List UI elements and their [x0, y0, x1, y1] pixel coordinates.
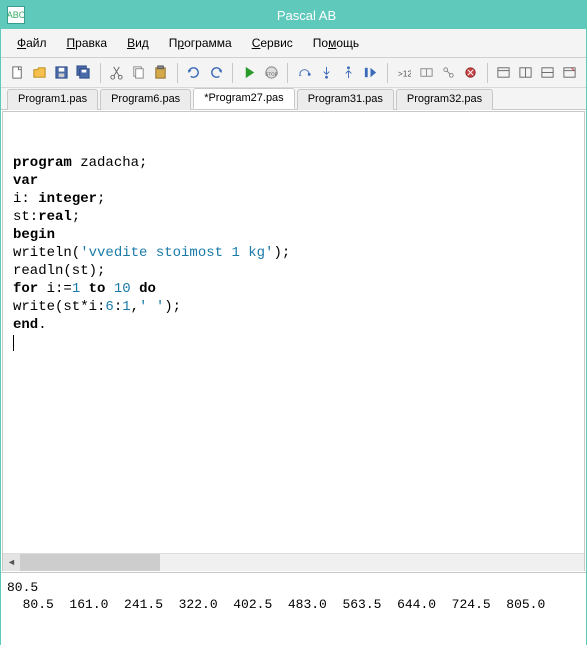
- code-line: begin: [13, 226, 574, 244]
- toolbar-separator: [387, 63, 388, 83]
- tab-program31pas[interactable]: Program31.pas: [297, 89, 394, 110]
- toolbar-separator: [177, 63, 178, 83]
- code-line: i: integer;: [13, 190, 574, 208]
- tab-bar: Program1.pasProgram6.pas*Program27.pasPr…: [1, 88, 586, 110]
- callstack-button[interactable]: [438, 62, 458, 84]
- toolbar-separator: [232, 63, 233, 83]
- toolbar-separator: [100, 63, 101, 83]
- svg-text:STOP: STOP: [265, 71, 278, 76]
- stop-icon: STOP: [264, 65, 279, 80]
- locals-icon: [419, 65, 434, 80]
- window1-icon: [496, 65, 511, 80]
- stepinto-icon: [319, 65, 334, 80]
- window3-button[interactable]: [538, 62, 558, 84]
- save-icon: [54, 65, 69, 80]
- code-line: st:real;: [13, 208, 574, 226]
- undo-icon: [186, 65, 201, 80]
- output-panel: 80.5 80.5 161.0 241.5 322.0 402.5 483.0 …: [1, 572, 586, 652]
- cut-button[interactable]: [107, 62, 127, 84]
- menu-bar: ФайлПравкаВидПрограммаСервисПомощь: [1, 29, 586, 58]
- breakpoint-button[interactable]: [460, 62, 480, 84]
- tab-program1pas[interactable]: Program1.pas: [7, 89, 98, 110]
- menu-item-файл[interactable]: Файл: [9, 33, 55, 53]
- open-icon: [32, 65, 47, 80]
- window3-icon: [540, 65, 555, 80]
- svg-text:>123<: >123<: [398, 68, 411, 78]
- menu-item-помощь[interactable]: Помощь: [305, 33, 367, 53]
- tab-program32pas[interactable]: Program32.pas: [396, 89, 493, 110]
- redo-icon: [209, 65, 224, 80]
- undo-button[interactable]: [184, 62, 204, 84]
- menu-item-программа[interactable]: Программа: [161, 33, 240, 53]
- callstack-icon: [441, 65, 456, 80]
- run-button[interactable]: [239, 62, 259, 84]
- menu-item-сервис[interactable]: Сервис: [244, 33, 301, 53]
- save-button[interactable]: [51, 62, 71, 84]
- code-line: end.: [13, 316, 574, 334]
- cut-icon: [109, 65, 124, 80]
- stepout-icon: [341, 65, 356, 80]
- stepinto-button[interactable]: [317, 62, 337, 84]
- redo-button[interactable]: [206, 62, 226, 84]
- copy-icon: [131, 65, 146, 80]
- copy-button[interactable]: [129, 62, 149, 84]
- title-bar: ABC Pascal AB: [1, 1, 586, 29]
- tab-program6pas[interactable]: Program6.pas: [100, 89, 191, 110]
- open-button[interactable]: [29, 62, 49, 84]
- window1-button[interactable]: [493, 62, 513, 84]
- toolbar-separator: [487, 63, 488, 83]
- watch-button[interactable]: >123<: [394, 62, 414, 84]
- window4-button[interactable]: [560, 62, 580, 84]
- window2-icon: [518, 65, 533, 80]
- app-icon: ABC: [7, 6, 25, 24]
- locals-button[interactable]: [416, 62, 436, 84]
- breakpoint-icon: [463, 65, 478, 80]
- editor-frame: program zadacha;vari: integer;st:real;be…: [2, 111, 585, 571]
- paste-button[interactable]: [151, 62, 171, 84]
- paste-icon: [153, 65, 168, 80]
- stepover-button[interactable]: [294, 62, 314, 84]
- new-icon: [10, 65, 25, 80]
- window2-button[interactable]: [516, 62, 536, 84]
- code-line: writeln('vvedite stoimost 1 kg');: [13, 244, 574, 262]
- window4-icon: [562, 65, 577, 80]
- menu-item-правка[interactable]: Правка: [59, 33, 116, 53]
- tab-program27pas[interactable]: *Program27.pas: [193, 88, 295, 109]
- code-editor[interactable]: program zadacha;vari: integer;st:real;be…: [3, 112, 584, 553]
- scroll-thumb[interactable]: [20, 554, 160, 571]
- scroll-track[interactable]: [20, 554, 584, 571]
- scroll-left-arrow[interactable]: ◄: [3, 554, 20, 571]
- stop-button[interactable]: STOP: [261, 62, 281, 84]
- runtocursor-icon: [363, 65, 378, 80]
- run-icon: [242, 65, 257, 80]
- window-title: Pascal AB: [33, 8, 580, 23]
- saveall-button[interactable]: [73, 62, 93, 84]
- horizontal-scrollbar[interactable]: ◄: [3, 553, 584, 570]
- code-line: var: [13, 172, 574, 190]
- code-line: for i:=1 to 10 do: [13, 280, 574, 298]
- stepover-icon: [297, 65, 312, 80]
- toolbar: STOP >123<: [1, 58, 586, 88]
- new-button[interactable]: [7, 62, 27, 84]
- code-line: program zadacha;: [13, 154, 574, 172]
- watch-icon: >123<: [396, 65, 411, 80]
- code-line: readln(st);: [13, 262, 574, 280]
- text-cursor: [13, 335, 14, 351]
- code-line: write(st*i:6:1,' ');: [13, 298, 574, 316]
- saveall-icon: [76, 65, 91, 80]
- runtocursor-button[interactable]: [361, 62, 381, 84]
- menu-item-вид[interactable]: Вид: [119, 33, 157, 53]
- toolbar-separator: [287, 63, 288, 83]
- stepout-button[interactable]: [339, 62, 359, 84]
